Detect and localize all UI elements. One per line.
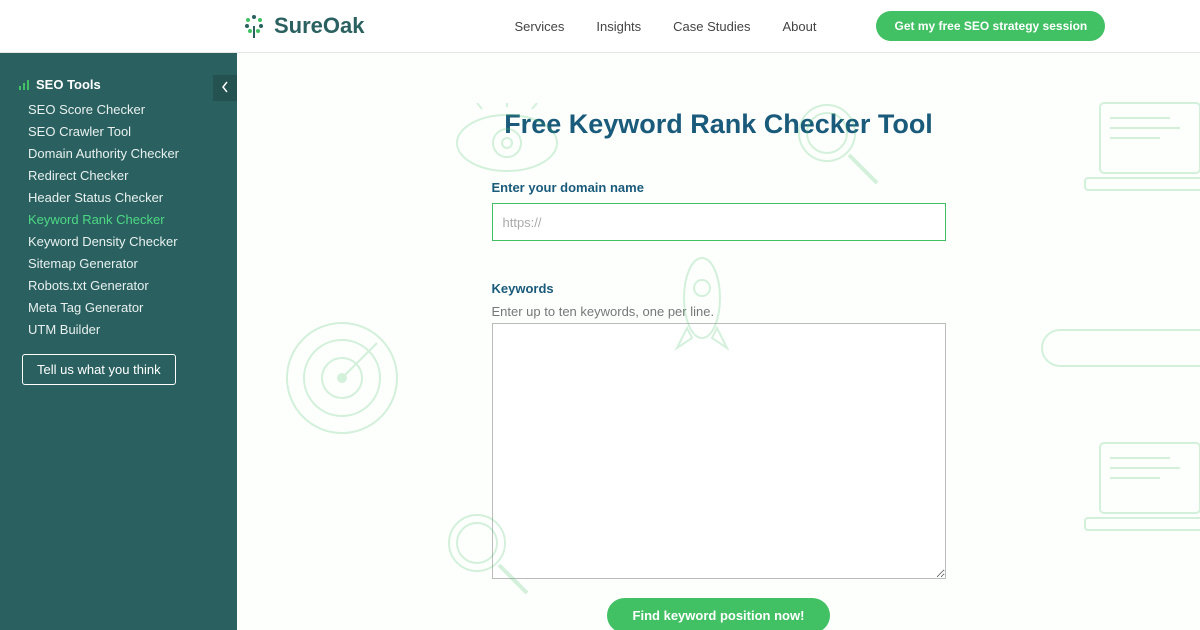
sidebar: SEO Tools SEO Score Checker SEO Crawler …: [0, 53, 237, 630]
sidebar-item-header-status-checker[interactable]: Header Status Checker: [28, 186, 237, 208]
sidebar-item-keyword-rank-checker[interactable]: Keyword Rank Checker: [28, 208, 237, 230]
feedback-button[interactable]: Tell us what you think: [22, 354, 176, 385]
oak-leaf-icon: [240, 12, 268, 40]
keywords-hint: Enter up to ten keywords, one per line.: [492, 304, 946, 319]
laptop-deco-icon-2: [1080, 433, 1200, 543]
chevron-left-icon: [221, 80, 229, 96]
keywords-textarea[interactable]: [492, 323, 946, 579]
sidebar-item-keyword-density-checker[interactable]: Keyword Density Checker: [28, 230, 237, 252]
sidebar-title: SEO Tools: [0, 71, 237, 98]
primary-nav: Services Insights Case Studies About Get…: [515, 11, 1106, 41]
search-bar-deco-icon: [1040, 328, 1200, 368]
sidebar-item-redirect-checker[interactable]: Redirect Checker: [28, 164, 237, 186]
brand-logo[interactable]: SureOak: [240, 12, 365, 40]
sidebar-item-utm-builder[interactable]: UTM Builder: [28, 318, 237, 340]
sidebar-item-robots-txt-generator[interactable]: Robots.txt Generator: [28, 274, 237, 296]
main-content: Free Keyword Rank Checker Tool Enter you…: [237, 53, 1200, 630]
sidebar-item-seo-crawler-tool[interactable]: SEO Crawler Tool: [28, 120, 237, 142]
cta-strategy-session[interactable]: Get my free SEO strategy session: [876, 11, 1105, 41]
sidebar-item-sitemap-generator[interactable]: Sitemap Generator: [28, 252, 237, 274]
sidebar-item-meta-tag-generator[interactable]: Meta Tag Generator: [28, 296, 237, 318]
find-position-button[interactable]: Find keyword position now!: [607, 598, 831, 630]
magnifier-deco-icon: [787, 93, 887, 193]
rank-checker-form: Enter your domain name Keywords Enter up…: [492, 180, 946, 630]
nav-case-studies[interactable]: Case Studies: [673, 19, 750, 34]
sidebar-collapse-button[interactable]: [213, 75, 237, 101]
domain-input[interactable]: [492, 203, 946, 241]
body-layout: SEO Tools SEO Score Checker SEO Crawler …: [0, 53, 1200, 630]
keywords-label: Keywords: [492, 281, 946, 296]
bar-chart-icon: [18, 79, 30, 91]
top-header: SureOak Services Insights Case Studies A…: [0, 0, 1200, 53]
sidebar-item-seo-score-checker[interactable]: SEO Score Checker: [28, 98, 237, 120]
nav-services[interactable]: Services: [515, 19, 565, 34]
brand-name: SureOak: [274, 13, 365, 39]
nav-about[interactable]: About: [783, 19, 817, 34]
sidebar-item-domain-authority-checker[interactable]: Domain Authority Checker: [28, 142, 237, 164]
page-title: Free Keyword Rank Checker Tool: [237, 109, 1200, 140]
domain-label: Enter your domain name: [492, 180, 946, 195]
sidebar-list: SEO Score Checker SEO Crawler Tool Domai…: [0, 98, 237, 340]
sidebar-heading-text: SEO Tools: [36, 77, 101, 92]
nav-insights[interactable]: Insights: [596, 19, 641, 34]
target-deco-icon: [277, 313, 407, 443]
